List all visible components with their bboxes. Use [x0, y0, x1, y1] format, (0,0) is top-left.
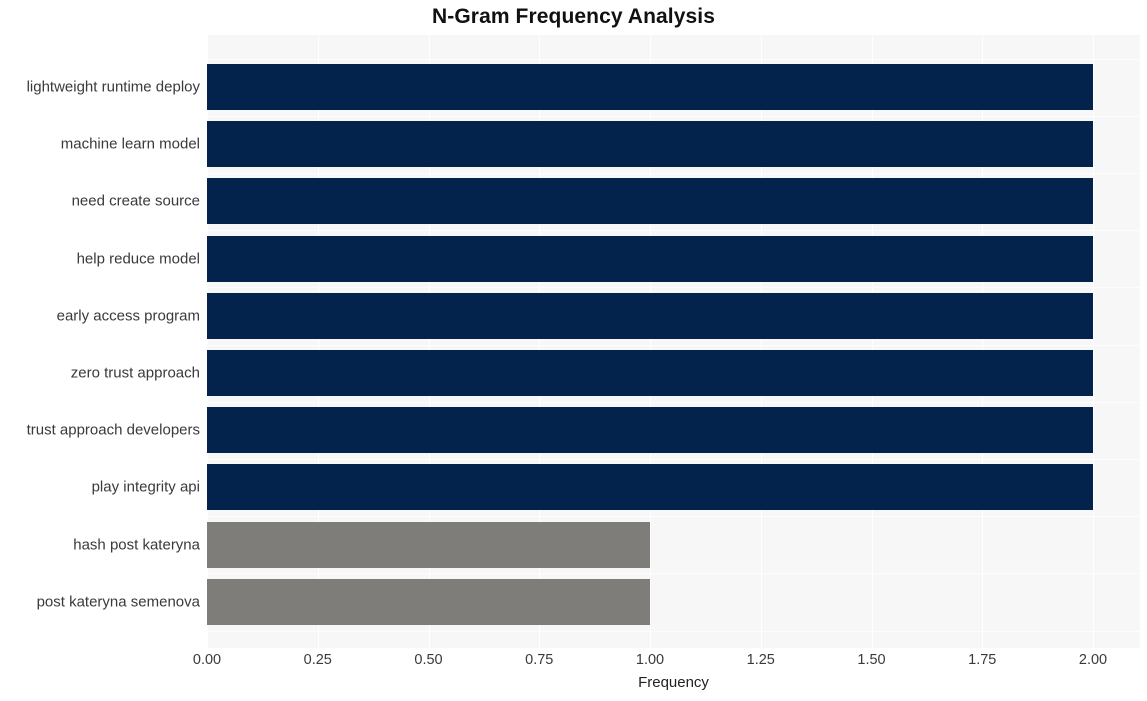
x-axis-tick-label: 0.50: [414, 652, 443, 668]
x-axis-tick-label: 1.75: [968, 652, 997, 668]
x-axis-tick-labels: 0.00 0.25 0.50 0.75 1.00 1.25 1.50 1.75 2.00: [0, 0, 1147, 701]
chart-figure: N-Gram Frequency Analysis lightweight ru…: [0, 0, 1147, 701]
x-axis-tick-label: 0.00: [192, 652, 222, 668]
x-axis-tick-label: 0.75: [525, 652, 554, 668]
x-axis-tick-label: 1.50: [857, 652, 886, 668]
x-axis-label: Frequency: [638, 674, 709, 691]
x-axis-tick-label: 1.25: [746, 652, 775, 668]
x-axis-tick-label: 1.00: [635, 652, 665, 668]
x-axis-tick-label: 0.25: [303, 652, 332, 668]
x-axis-tick-label: 2.00: [1078, 652, 1108, 668]
